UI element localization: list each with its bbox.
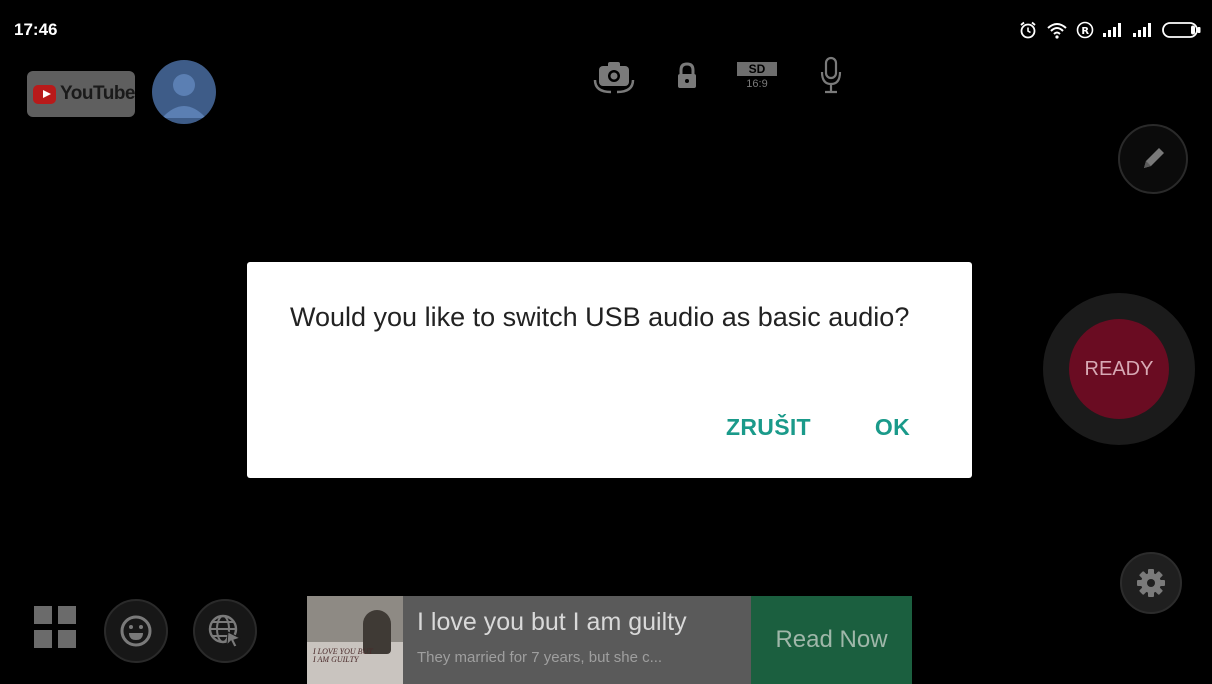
grid-icon: [34, 606, 52, 624]
grid-menu-button[interactable]: [34, 606, 76, 648]
camera-switch-icon: [593, 62, 635, 94]
grid-icon-cell: [58, 606, 76, 624]
grid-icon-cell: [34, 630, 52, 648]
microphone-icon: [820, 56, 842, 94]
play-icon: [33, 84, 57, 104]
emoji-icon: [120, 615, 152, 647]
camera-switch-button[interactable]: [588, 52, 640, 100]
ad-body: I love you but I am guilty They married …: [403, 596, 751, 684]
signal-icon: [1103, 23, 1121, 37]
dialog-actions: ZRUŠIT OK: [726, 414, 910, 441]
battery-icon: [1162, 22, 1201, 38]
settings-button[interactable]: [1120, 552, 1182, 614]
lock-button[interactable]: [672, 52, 702, 100]
wifi-icon: [1047, 23, 1067, 39]
ad-description: They married for 7 years, but she c...: [417, 649, 663, 666]
status-icons: R: [1018, 20, 1202, 40]
ad-thumbnail-title: I LOVE YOU BUT I AM GUILTY: [313, 647, 373, 664]
account-avatar-button[interactable]: [152, 60, 216, 124]
record-label: READY: [1084, 357, 1154, 380]
status-bar: 17:46 R: [0, 0, 1212, 40]
svg-text:R: R: [1081, 26, 1089, 37]
quality-indicator: SD 16:9: [737, 62, 777, 90]
read-now-label: Read Now: [775, 626, 888, 653]
account-icon: [162, 74, 206, 118]
ok-button[interactable]: OK: [875, 414, 910, 441]
gear-icon: [1137, 569, 1165, 597]
youtube-wordmark: YouTube: [60, 83, 135, 104]
pencil-icon: [1144, 148, 1164, 168]
alarm-icon: [1020, 21, 1036, 39]
cancel-button[interactable]: ZRUŠIT: [726, 414, 811, 441]
emoji-button[interactable]: [104, 599, 168, 663]
signal-icon: [1133, 23, 1151, 37]
ad-banner[interactable]: I LOVE YOU BUT I AM GUILTY I love you bu…: [307, 596, 912, 684]
globe-cursor-icon: [208, 614, 242, 648]
ad-title: I love you but I am guilty: [417, 608, 687, 636]
usb-audio-dialog: Would you like to switch USB audio as ba…: [247, 262, 972, 478]
ad-thumbnail: I LOVE YOU BUT I AM GUILTY: [307, 596, 403, 684]
status-time: 17:46: [14, 20, 58, 39]
dialog-message: Would you like to switch USB audio as ba…: [290, 302, 910, 332]
quality-button[interactable]: SD 16:9: [734, 52, 780, 100]
youtube-logo-button[interactable]: YouTube: [27, 71, 135, 117]
roaming-icon: R: [1076, 21, 1094, 39]
edit-button[interactable]: [1118, 124, 1188, 194]
aspect-label: 16:9: [746, 78, 768, 90]
read-now-button[interactable]: Read Now: [751, 596, 912, 684]
web-overlay-button[interactable]: [193, 599, 257, 663]
lock-icon: [678, 62, 696, 88]
quality-label: SD: [737, 62, 777, 76]
microphone-button[interactable]: [814, 52, 848, 100]
grid-icon-cell: [58, 630, 76, 648]
record-button[interactable]: READY: [1069, 319, 1169, 419]
